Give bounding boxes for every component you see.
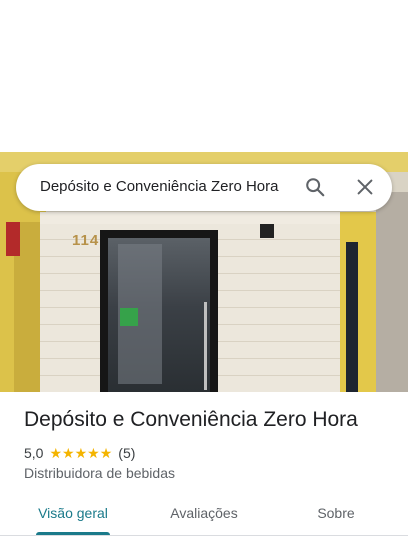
- star-icon: ★: [62, 445, 75, 461]
- close-icon[interactable]: [354, 176, 376, 198]
- blank-top-area: [0, 0, 408, 152]
- tab-about[interactable]: Sobre: [292, 492, 380, 544]
- house-number: 114: [72, 232, 100, 249]
- star-rating: ★ ★ ★ ★ ★: [49, 446, 112, 460]
- star-icon: ★: [49, 445, 63, 461]
- tab-reviews[interactable]: Avaliações: [150, 492, 258, 544]
- wall-top: [40, 212, 340, 224]
- street-sign: [6, 222, 20, 256]
- review-count[interactable]: (5): [118, 445, 135, 461]
- place-category[interactable]: Distribuidora de bebidas: [24, 465, 175, 481]
- rating-row[interactable]: 5,0 ★ ★ ★ ★ ★ (5): [24, 444, 135, 462]
- search-icon[interactable]: [304, 176, 326, 198]
- star-icon: ★: [87, 445, 100, 461]
- wall-lamp: [260, 224, 274, 238]
- right-door: [346, 242, 358, 392]
- tab-divider: [0, 535, 408, 536]
- search-bar[interactable]: Depósito e Conveniência Zero Hora: [16, 164, 392, 211]
- rating-value: 5,0: [24, 445, 44, 461]
- tab-bar: Visão geral Avaliações Sobre: [0, 492, 408, 544]
- tab-overview[interactable]: Visão geral: [20, 492, 126, 544]
- star-icon: ★: [74, 445, 88, 461]
- street-background: [376, 192, 408, 392]
- search-input[interactable]: Depósito e Conveniência Zero Hora: [40, 178, 310, 198]
- door-handle: [204, 302, 207, 390]
- door-sticker: [120, 308, 138, 326]
- place-title: Depósito e Conveniência Zero Hora: [24, 408, 358, 431]
- star-icon: ★: [99, 445, 113, 461]
